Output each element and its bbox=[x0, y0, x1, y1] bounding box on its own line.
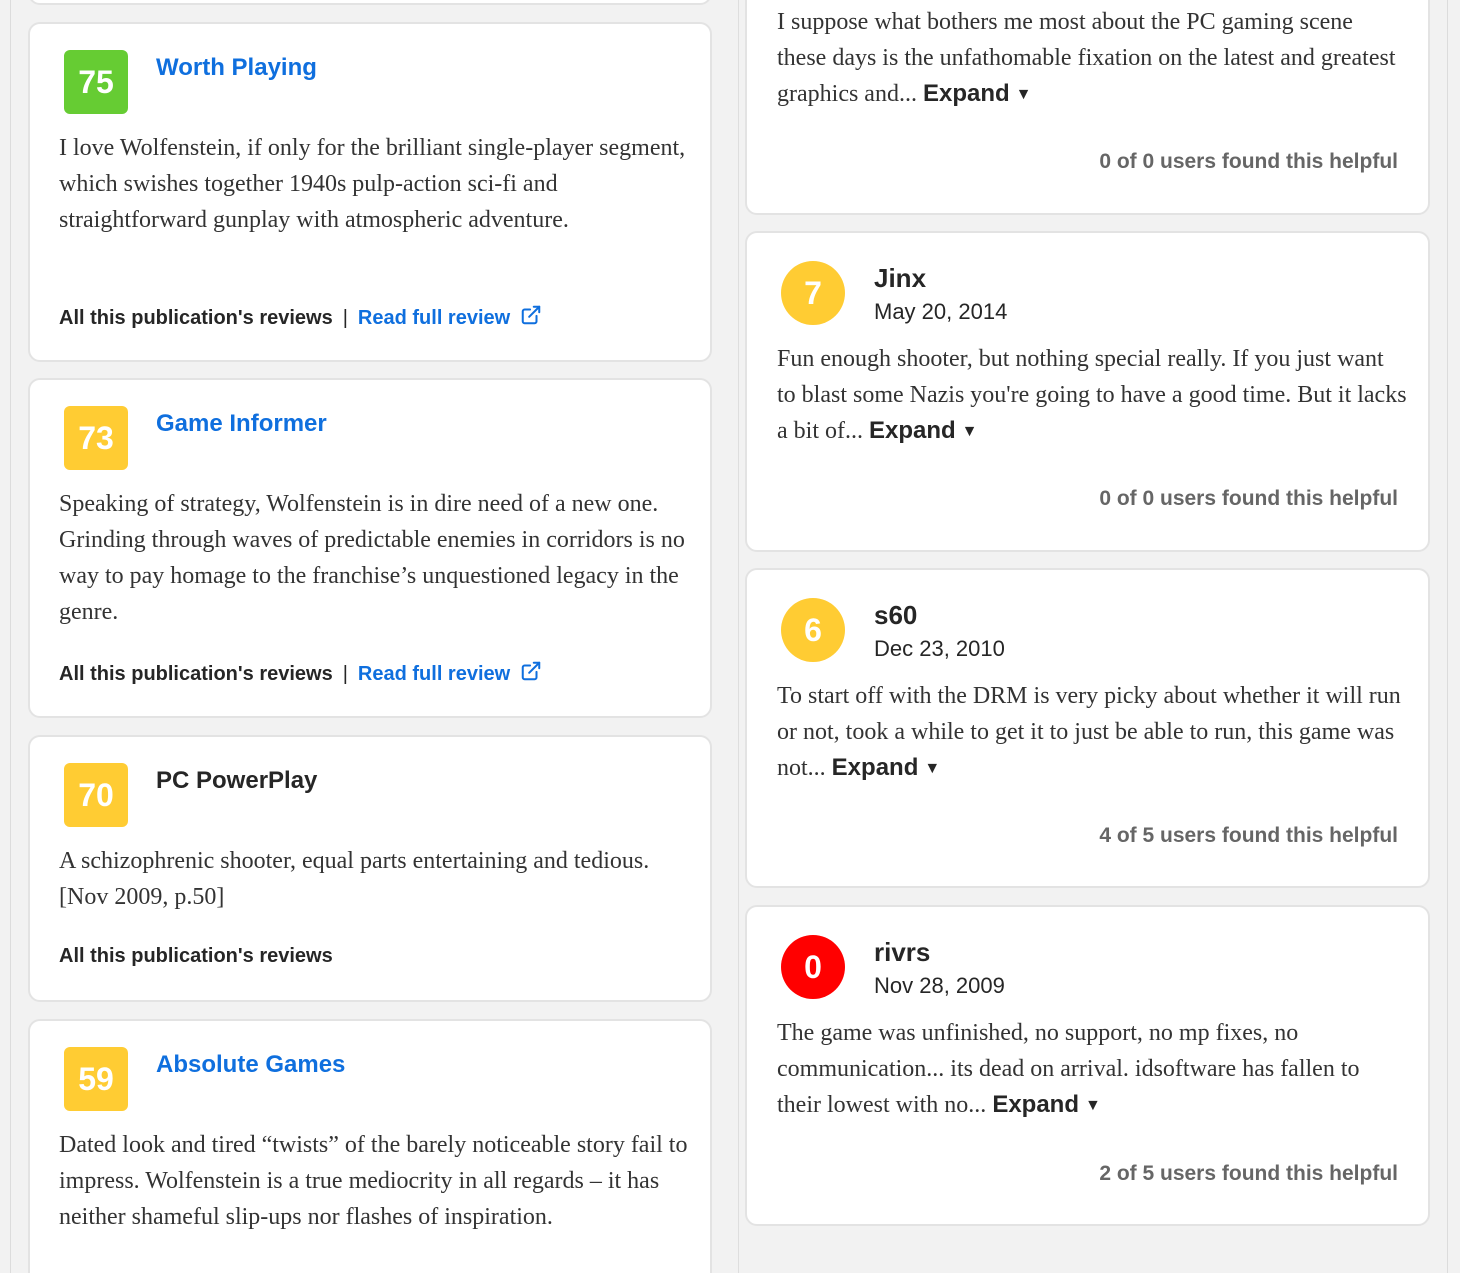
publication-link[interactable]: Worth Playing bbox=[156, 54, 317, 82]
user-review-card: I suppose what bothers me most about the… bbox=[745, 0, 1430, 215]
read-full-review-link[interactable]: Read full review bbox=[357, 661, 542, 685]
critic-review-card: 73 Game Informer Speaking of strategy, W… bbox=[28, 378, 712, 718]
critic-review-card: 59 Absolute Games Dated look and tired “… bbox=[28, 1019, 712, 1273]
caret-down-icon: ▼ bbox=[1015, 86, 1032, 103]
caret-down-icon: ▼ bbox=[924, 760, 941, 777]
helpful-count: 0 of 0 users found this helpful bbox=[1099, 150, 1398, 173]
expand-label: Expand bbox=[868, 417, 956, 444]
caret-down-icon: ▼ bbox=[961, 423, 978, 440]
username-link[interactable]: rivrs bbox=[874, 937, 930, 968]
critic-review-card-partial bbox=[28, 0, 712, 5]
expand-button[interactable]: Expand ▼ bbox=[992, 1091, 1101, 1118]
user-review-card: 7 Jinx May 20, 2014 Fun enough shooter, … bbox=[745, 231, 1430, 552]
helpful-count: 2 of 5 users found this helpful bbox=[1099, 1162, 1398, 1185]
expand-label: Expand bbox=[922, 80, 1010, 107]
metascore-badge: 59 bbox=[64, 1047, 128, 1111]
user-review-quote: Fun enough shooter, but nothing special … bbox=[777, 341, 1407, 450]
username-link[interactable]: s60 bbox=[874, 600, 917, 631]
user-review-quote: I suppose what bothers me most about the… bbox=[777, 4, 1407, 113]
expand-button[interactable]: Expand ▼ bbox=[869, 417, 978, 444]
review-quote: A schizophrenic shooter, equal parts ent… bbox=[59, 848, 650, 910]
user-review-card: 6 s60 Dec 23, 2010 To start off with the… bbox=[745, 568, 1430, 888]
review-links: All this publication's reviews bbox=[59, 945, 333, 968]
read-full-review-label: Read full review bbox=[357, 663, 511, 685]
helpful-count: 4 of 5 users found this helpful bbox=[1099, 824, 1398, 847]
user-review-quote: To start off with the DRM is very picky … bbox=[777, 678, 1407, 787]
all-publication-reviews-link[interactable]: All this publication's reviews bbox=[59, 307, 333, 329]
expand-label: Expand bbox=[831, 754, 919, 781]
user-score-badge: 0 bbox=[781, 935, 845, 999]
external-link-icon bbox=[521, 305, 541, 325]
publication-link[interactable]: Absolute Games bbox=[156, 1051, 345, 1079]
read-full-review-link[interactable]: Read full review bbox=[357, 305, 542, 329]
expand-button[interactable]: Expand ▼ bbox=[832, 754, 941, 781]
user-review-text: I suppose what bothers me most about the… bbox=[777, 9, 1396, 107]
external-link-icon bbox=[521, 661, 541, 681]
helpful-count: 0 of 0 users found this helpful bbox=[1099, 487, 1398, 510]
all-publication-reviews-link[interactable]: All this publication's reviews bbox=[59, 663, 333, 685]
critic-review-card: 75 Worth Playing I love Wolfenstein, if … bbox=[28, 22, 712, 362]
publication-link[interactable]: Game Informer bbox=[156, 410, 327, 438]
link-separator: | bbox=[342, 663, 348, 685]
review-quote: Speaking of strategy, Wolfenstein is in … bbox=[59, 491, 685, 625]
caret-down-icon: ▼ bbox=[1085, 1097, 1101, 1114]
publication-name: PC PowerPlay bbox=[156, 767, 318, 794]
user-score-badge: 6 bbox=[781, 598, 845, 662]
review-date: May 20, 2014 bbox=[874, 299, 1008, 324]
review-quote: Dated look and tired “twists” of the bar… bbox=[59, 1132, 688, 1230]
all-publication-reviews-link[interactable]: All this publication's reviews bbox=[59, 945, 333, 967]
review-links: All this publication's reviews | Read full… bbox=[59, 304, 542, 330]
review-quote: I love Wolfenstein, if only for the bril… bbox=[59, 135, 686, 233]
user-review-quote: The game was unfinished, no support, no … bbox=[777, 1015, 1407, 1124]
metascore-badge: 73 bbox=[64, 406, 128, 470]
read-full-review-label: Read full review bbox=[357, 307, 511, 329]
expand-button[interactable]: Expand ▼ bbox=[923, 80, 1032, 107]
link-separator: | bbox=[342, 307, 348, 329]
metascore-badge: 70 bbox=[64, 763, 128, 827]
user-review-card: 0 rivrs Nov 28, 2009 The game was unfini… bbox=[745, 905, 1430, 1226]
review-date: Nov 28, 2009 bbox=[874, 973, 1005, 998]
username-link[interactable]: Jinx bbox=[874, 263, 926, 294]
column-divider bbox=[738, 0, 739, 1273]
review-links: All this publication's reviews | Read full… bbox=[59, 660, 542, 686]
review-date: Dec 23, 2010 bbox=[874, 636, 1005, 661]
metascore-badge: 75 bbox=[64, 50, 128, 114]
critic-review-card: 70 PC PowerPlay A schizophrenic shooter,… bbox=[28, 735, 712, 1002]
user-score-badge: 7 bbox=[781, 261, 845, 325]
expand-label: Expand bbox=[992, 1091, 1079, 1118]
